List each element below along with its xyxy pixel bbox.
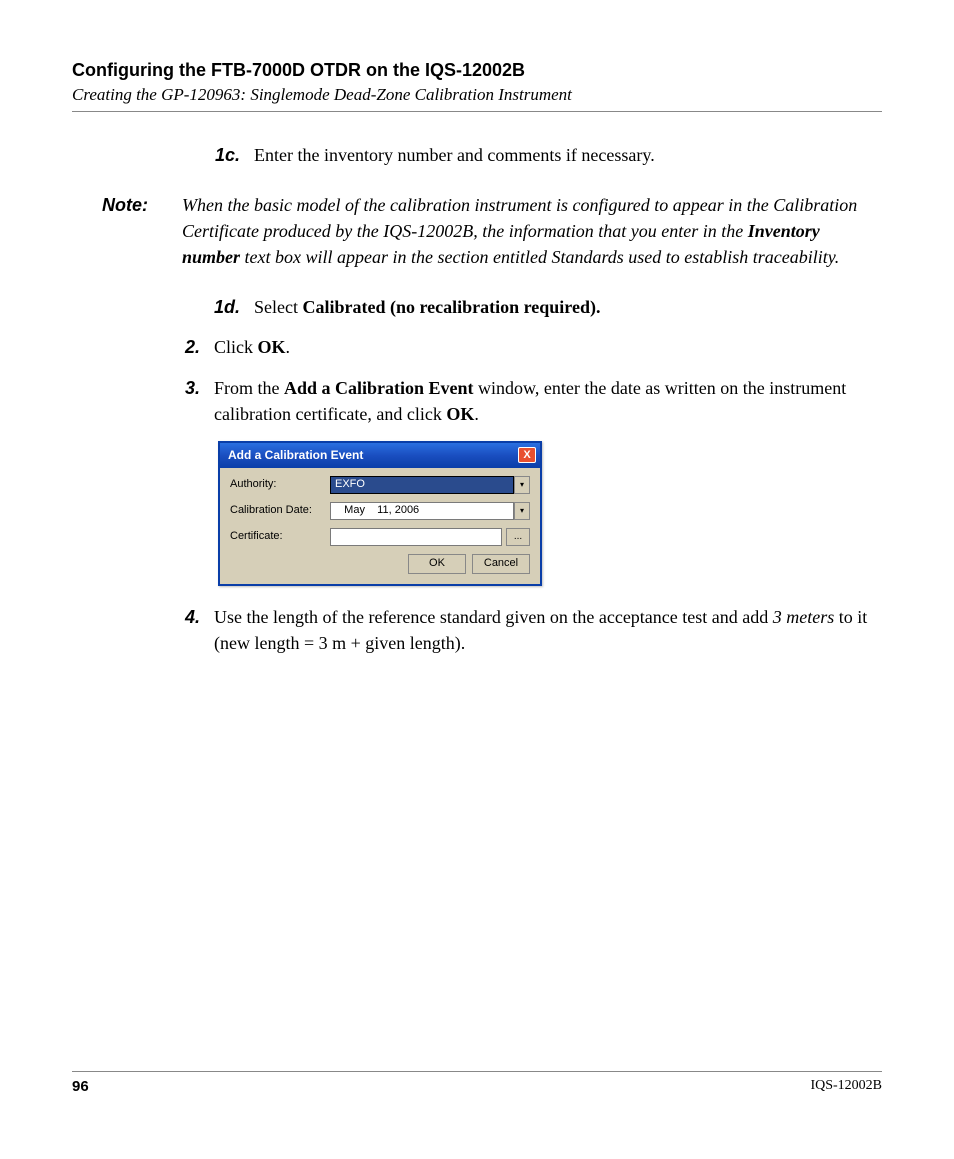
page-footer: 96 IQS-12002B — [72, 1071, 882, 1095]
calibration-date-label: Calibration Date: — [230, 503, 330, 519]
page-number: 96 — [72, 1078, 89, 1095]
certificate-row: Certificate: ... — [230, 528, 530, 546]
step-1c-number: 1c. — [202, 142, 254, 168]
page-header-subtitle: Creating the GP-120963: Singlemode Dead-… — [72, 85, 882, 105]
dialog-titlebar[interactable]: Add a Calibration Event X — [220, 443, 540, 468]
step-3-bold1: Add a Calibration Event — [284, 378, 474, 398]
step-3-bold2: OK — [446, 404, 474, 424]
authority-dropdown-icon[interactable]: ▾ — [514, 476, 530, 494]
footer-model: IQS-12002B — [810, 1078, 882, 1095]
calibration-date-dropdown-icon[interactable]: ▾ — [514, 502, 530, 520]
authority-label: Authority: — [230, 477, 330, 493]
step-3-pre: From the — [214, 378, 284, 398]
note-block: Note: When the basic model of the calibr… — [102, 192, 882, 270]
step-4: 4. Use the length of the reference stand… — [172, 604, 882, 656]
page-header-title: Configuring the FTB-7000D OTDR on the IQ… — [72, 60, 882, 81]
step-2: 2. Click OK. — [172, 334, 882, 360]
step-3-number: 3. — [172, 375, 214, 427]
step-1d-bold: Calibrated (no recalibration required). — [302, 297, 600, 317]
dialog-title-text: Add a Calibration Event — [228, 447, 363, 464]
step-4-text: Use the length of the reference standard… — [214, 604, 882, 656]
authority-input[interactable]: EXFO — [330, 476, 514, 494]
step-2-text: Click OK. — [214, 334, 882, 360]
close-icon[interactable]: X — [518, 447, 536, 463]
certificate-input[interactable] — [330, 528, 502, 546]
step-4-italic: 3 meters — [773, 607, 835, 627]
step-3-text: From the Add a Calibration Event window,… — [214, 375, 882, 427]
step-1d-number: 1d. — [202, 294, 254, 320]
step-1c: 1c. Enter the inventory number and comme… — [202, 142, 882, 168]
calibration-date-input[interactable]: May 11, 2006 — [330, 502, 514, 520]
calibration-date-row: Calibration Date: May 11, 2006 ▾ — [230, 502, 530, 520]
step-3-post: . — [474, 404, 479, 424]
step-1d: 1d. Select Calibrated (no recalibration … — [202, 294, 882, 320]
step-1d-pre: Select — [254, 297, 302, 317]
step-2-bold: OK — [258, 337, 286, 357]
step-1d-text: Select Calibrated (no recalibration requ… — [254, 294, 882, 320]
step-1c-text: Enter the inventory number and comments … — [254, 142, 882, 168]
authority-row: Authority: EXFO ▾ — [230, 476, 530, 494]
note-text-post: text box will appear in the section enti… — [240, 247, 839, 267]
certificate-browse-button[interactable]: ... — [506, 528, 530, 546]
step-2-post: . — [286, 337, 291, 357]
dialog-body: Authority: EXFO ▾ Calibration Date: May … — [220, 468, 540, 584]
footer-rule — [72, 1071, 882, 1072]
step-3: 3. From the Add a Calibration Event wind… — [172, 375, 882, 427]
note-label: Note: — [102, 192, 182, 270]
step-4-pre: Use the length of the reference standard… — [214, 607, 773, 627]
header-rule — [72, 111, 882, 112]
step-2-pre: Click — [214, 337, 258, 357]
add-calibration-event-dialog: Add a Calibration Event X Authority: EXF… — [218, 441, 542, 586]
cancel-button[interactable]: Cancel — [472, 554, 530, 574]
step-2-number: 2. — [172, 334, 214, 360]
certificate-label: Certificate: — [230, 529, 330, 545]
note-body: When the basic model of the calibration … — [182, 192, 882, 270]
ok-button[interactable]: OK — [408, 554, 466, 574]
dialog-button-row: OK Cancel — [230, 554, 530, 574]
step-4-number: 4. — [172, 604, 214, 656]
